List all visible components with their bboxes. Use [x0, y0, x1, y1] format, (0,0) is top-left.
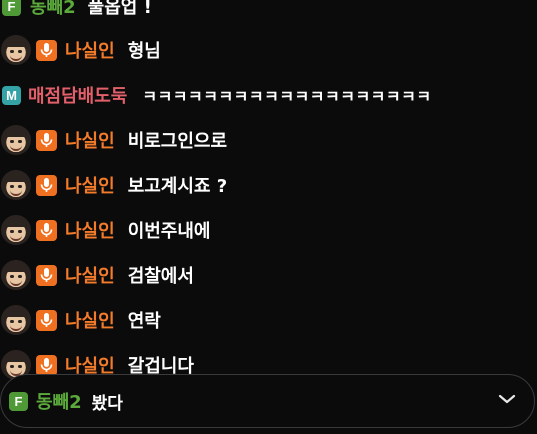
pinned-nickname[interactable]: 동빼2	[36, 388, 82, 414]
chat-nickname[interactable]: 동빼2	[30, 0, 76, 19]
avatar[interactable]	[1, 305, 31, 335]
chat-text: 형님	[127, 41, 161, 62]
fan-badge: F	[9, 391, 28, 411]
mic-icon	[36, 129, 57, 151]
mic-icon	[36, 309, 57, 331]
chat-text: 검찰에서	[127, 266, 194, 287]
chat-nickname[interactable]: 나실인	[65, 217, 115, 243]
chat-nickname[interactable]: 나실인	[65, 307, 115, 333]
chat-text: 비로그인으로	[127, 131, 228, 152]
avatar[interactable]	[1, 35, 31, 65]
chat-message: 나실인 형님	[0, 35, 161, 65]
mic-icon	[36, 174, 57, 196]
chat-nickname[interactable]: 나실인	[65, 37, 115, 63]
chat-message: F 동빼2 풀옵업 !	[0, 0, 152, 21]
mic-icon	[36, 354, 57, 376]
chat-message: 나실인 비로그인으로	[0, 125, 227, 155]
mic-icon	[36, 219, 57, 241]
mic-icon	[36, 39, 57, 61]
chat-nickname[interactable]: 나실인	[65, 172, 115, 198]
mic-icon	[36, 264, 57, 286]
fan-badge: F	[2, 0, 21, 16]
chat-message: M 매점담배도둑 ㅋㅋㅋㅋㅋㅋㅋㅋㅋㅋㅋㅋㅋㅋㅋㅋㅋㅋㅋ	[0, 80, 432, 110]
avatar[interactable]	[1, 260, 31, 290]
avatar[interactable]	[1, 215, 31, 245]
pinned-message-bar[interactable]: F 동빼2 봤다	[0, 374, 535, 428]
pinned-text: 봤다	[91, 393, 123, 414]
chat-nickname[interactable]: 매점담배도둑	[28, 82, 127, 108]
avatar[interactable]	[1, 125, 31, 155]
chevron-down-icon[interactable]	[498, 393, 516, 405]
chat-text: 보고계시죠 ?	[127, 176, 228, 197]
chat-message: 나실인 검찰에서	[0, 260, 194, 290]
chat-text: 풀옵업 !	[87, 0, 152, 18]
chat-message: 나실인 보고계시죠 ?	[0, 170, 227, 200]
chat-message: 나실인 이번주내에	[0, 215, 211, 245]
chat-text: 연락	[127, 311, 161, 332]
chat-text: 이번주내에	[127, 221, 211, 242]
manager-badge: M	[2, 85, 21, 105]
avatar[interactable]	[1, 170, 31, 200]
chat-text: ㅋㅋㅋㅋㅋㅋㅋㅋㅋㅋㅋㅋㅋㅋㅋㅋㅋㅋㅋ	[142, 87, 432, 106]
chat-nickname[interactable]: 나실인	[65, 262, 115, 288]
chat-list: F 동빼2 풀옵업 ! 나실인 형님 M 매점담배도둑 ㅋㅋㅋㅋㅋㅋㅋㅋㅋㅋㅋㅋ…	[0, 0, 537, 434]
chat-nickname[interactable]: 나실인	[65, 127, 115, 153]
chat-message: 나실인 연락	[0, 305, 161, 335]
